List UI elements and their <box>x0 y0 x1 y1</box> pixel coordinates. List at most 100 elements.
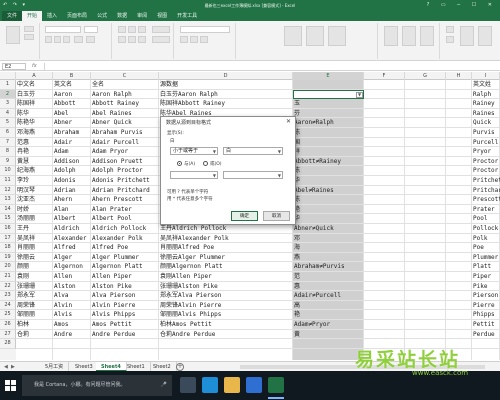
cell-i-14[interactable]: Prater <box>472 205 495 215</box>
row-header[interactable]: 18 <box>0 243 16 253</box>
row-header[interactable]: 2 <box>0 89 16 100</box>
cell-b-16[interactable]: Aldrich <box>53 224 79 234</box>
comma-icon[interactable] <box>200 36 208 43</box>
condition-operator-select[interactable]: 小于或等于 ▼ <box>170 147 218 155</box>
cell-b-20[interactable]: Algernon <box>53 262 83 272</box>
cell-e-16[interactable]: Abner≠Quick <box>293 224 334 234</box>
ok-button[interactable]: 确定 <box>231 211 258 221</box>
cell-b-10[interactable]: Adolph <box>53 166 76 176</box>
row-header[interactable]: 25 <box>0 310 16 320</box>
excel-taskbar-icon[interactable] <box>268 377 284 393</box>
column-header-b[interactable]: B <box>53 72 91 80</box>
cell-d-19[interactable]: 徐丽云Alger Plummer <box>159 253 225 263</box>
add-sheet-button[interactable]: + <box>176 363 184 371</box>
select-all-corner[interactable] <box>0 72 16 80</box>
store-icon[interactable] <box>246 377 262 393</box>
cell-c-12[interactable]: Adrian Pritchard <box>91 186 150 196</box>
cell-a-20[interactable]: 颜丽 <box>16 262 29 272</box>
cell-a-4[interactable]: 陈华 <box>16 109 29 119</box>
cell-c-14[interactable]: Alan Prater <box>91 205 132 215</box>
cell-i-11[interactable]: Pritchett <box>472 176 500 186</box>
row-header[interactable]: 1 <box>0 80 16 90</box>
cell-e-18[interactable]: 海 <box>293 243 300 253</box>
cell-i-15[interactable]: Pool <box>472 214 487 224</box>
cell-b-2[interactable]: Aaron <box>53 90 72 100</box>
cell-c-24[interactable]: Alvin Pierre <box>91 301 135 311</box>
cell-d-3[interactable]: 陈国祥Abbott Rainey <box>159 99 225 109</box>
cell-i-26[interactable]: Pettit <box>472 320 495 330</box>
cell-d-23[interactable]: 郑永军Alva Pierson <box>159 291 221 301</box>
cell-e-24[interactable]: 高 <box>293 301 300 311</box>
row-header[interactable]: 11 <box>0 176 16 186</box>
filter-dropdown-icon[interactable]: ▼ <box>356 91 363 98</box>
condition2-value-input[interactable]: ▼ <box>223 171 283 179</box>
cell-a-3[interactable]: 陈国祥 <box>16 99 35 109</box>
autosum-icon[interactable] <box>446 26 454 33</box>
cell-e-27[interactable]: 黄 <box>293 330 300 340</box>
column-header-a[interactable]: A <box>16 72 53 80</box>
cell-e-17[interactable]: 邓 <box>293 234 300 244</box>
row-header[interactable]: 19 <box>0 252 16 263</box>
cell-i-23[interactable]: Pierson <box>472 291 498 301</box>
cell-b-4[interactable]: Abel <box>53 109 68 119</box>
cell-e-12[interactable]: Abel≠Raines <box>293 186 334 196</box>
row-header[interactable]: 21 <box>0 272 16 282</box>
cell-i-6[interactable]: Purvis <box>472 128 495 138</box>
cell-a-18[interactable]: 肖丽丽 <box>16 243 35 253</box>
column-header-e[interactable]: E <box>293 72 364 80</box>
cell-a-11[interactable]: 李玲 <box>16 176 29 186</box>
row-header[interactable]: 6 <box>0 128 16 138</box>
cell-c-20[interactable]: Algernon Platt <box>91 262 143 272</box>
row-header[interactable]: 16 <box>0 224 16 234</box>
cell-d-2[interactable]: 白玉芬Aaron Ralph <box>159 90 218 100</box>
cell-c-3[interactable]: Abbott Rainey <box>91 99 139 109</box>
row-header[interactable]: 4 <box>0 108 16 119</box>
cell-i-22[interactable]: Pike <box>472 282 487 292</box>
cell-i-9[interactable]: Proctor <box>472 157 498 167</box>
microphone-icon[interactable]: 🎤 <box>161 375 167 396</box>
cell-styles-icon[interactable] <box>328 26 346 46</box>
cell-i-27[interactable]: Perdue <box>472 330 495 340</box>
cell-b-5[interactable]: Abner <box>53 118 72 128</box>
row-header[interactable]: 22 <box>0 281 16 292</box>
align-top-icon[interactable] <box>118 26 126 33</box>
wrap-text-icon[interactable] <box>152 26 170 33</box>
tab-formulas[interactable]: 公式 <box>92 11 112 21</box>
row-header[interactable]: 17 <box>0 233 16 244</box>
cell-i-24[interactable]: Pierre <box>472 301 495 311</box>
cell-a-12[interactable]: 明汉琴 <box>16 186 35 196</box>
cell-d-17[interactable]: 吴凤祥Alexander Polk <box>159 234 229 244</box>
cortana-search-box[interactable]: 我是 Cortana，小娜。有问题尽管问我。 🎤 <box>22 375 172 396</box>
cell-d-16[interactable]: 王丹Aldrich Pollock <box>159 224 226 234</box>
cell-c-6[interactable]: Abraham Purvis <box>91 128 143 138</box>
cell-e-9[interactable]: Abbott≠Rainey <box>293 157 341 167</box>
cell-a-5[interactable]: 陈艳华 <box>16 118 35 128</box>
cell-d-1[interactable]: 源数据 <box>159 80 178 90</box>
cell-c-1[interactable]: 全名 <box>91 80 104 90</box>
cell-b-17[interactable]: Alexander <box>53 234 87 244</box>
cell-a-22[interactable]: 张珊珊 <box>16 282 35 292</box>
italic-icon[interactable] <box>54 36 61 43</box>
format-as-table-icon[interactable] <box>306 26 324 46</box>
delete-cells-icon[interactable] <box>402 26 416 46</box>
cell-c-25[interactable]: Alvis Phipps <box>91 310 135 320</box>
cell-c-18[interactable]: Alfred Poe <box>91 243 128 253</box>
cell-d-20[interactable]: 颜丽Algernon Platt <box>159 262 223 272</box>
cell-a-10[interactable]: 纪海燕 <box>16 166 35 176</box>
cell-e-23[interactable]: Adair≠Purcell <box>293 291 341 301</box>
column-header-h[interactable]: H <box>446 72 472 80</box>
cell-i-2[interactable]: Ralph <box>472 90 491 100</box>
cell-i-19[interactable]: Plummer <box>472 253 498 263</box>
cell-d-24[interactable]: 周荣锋Alvin Pierre <box>159 301 221 311</box>
fill-color-icon[interactable] <box>74 36 83 43</box>
cell-i-21[interactable]: Piper <box>472 272 491 282</box>
column-header-i[interactable]: I <box>472 72 500 80</box>
cell-e-26[interactable]: Adam≠Pryor <box>293 320 330 330</box>
cell-c-22[interactable]: Alston Pike <box>91 282 132 292</box>
cell-c-23[interactable]: Alva Pierson <box>91 291 135 301</box>
cell-b-7[interactable]: Adair <box>53 138 72 148</box>
cell-b-26[interactable]: Amos <box>53 320 68 330</box>
cell-e-3[interactable]: 玉 <box>293 99 300 109</box>
cell-a-24[interactable]: 周荣锋 <box>16 301 35 311</box>
cell-i-28[interactable] <box>472 339 473 349</box>
